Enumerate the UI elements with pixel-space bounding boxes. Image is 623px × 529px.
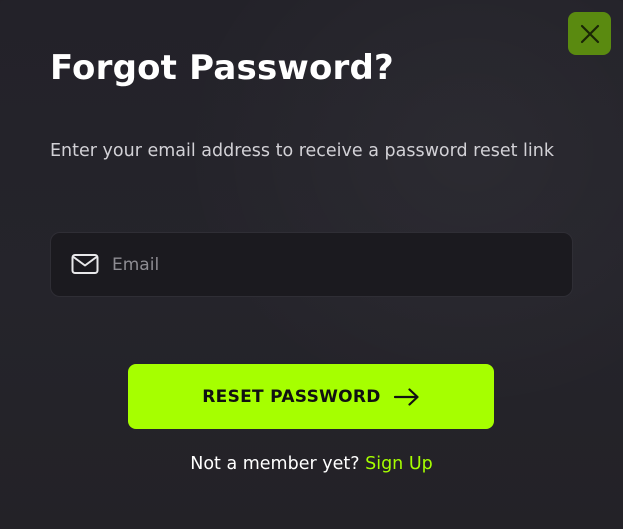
page-title: Forgot Password?	[50, 48, 394, 88]
sign-up-link[interactable]: Sign Up	[365, 454, 433, 474]
email-input[interactable]	[112, 233, 552, 296]
forgot-password-modal: Forgot Password? Enter your email addres…	[0, 0, 623, 529]
close-button[interactable]	[568, 12, 611, 55]
close-icon	[580, 24, 599, 43]
signup-prompt: Not a member yet? Sign Up	[0, 450, 623, 478]
arrow-right-icon	[393, 387, 419, 406]
instructions-text: Enter your email address to receive a pa…	[50, 141, 554, 161]
reset-password-label: RESET PASSWORD	[202, 386, 381, 407]
email-field-container[interactable]	[50, 232, 573, 297]
reset-password-button[interactable]: RESET PASSWORD	[128, 364, 494, 429]
mail-icon	[71, 254, 99, 274]
signup-prompt-text: Not a member yet?	[190, 454, 360, 474]
